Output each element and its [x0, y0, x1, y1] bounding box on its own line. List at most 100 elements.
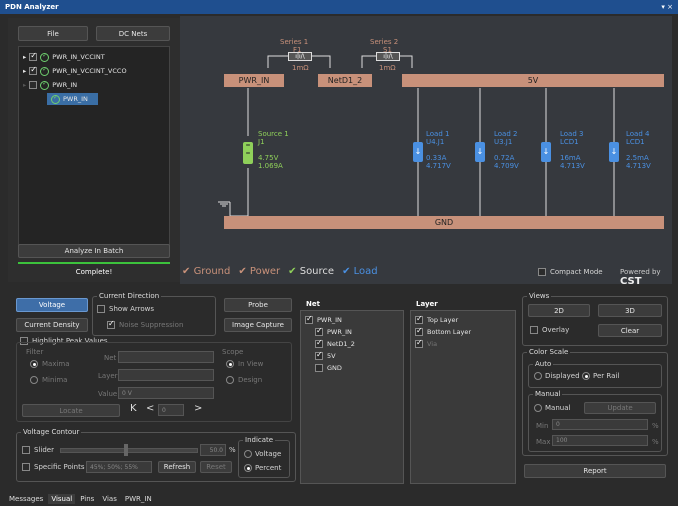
analyze-batch-button[interactable]: Analyze In Batch	[18, 244, 170, 258]
image-capture-button[interactable]: Image Capture	[224, 318, 292, 332]
load3-current: 16mA	[560, 154, 581, 162]
page-field[interactable]: 0	[158, 404, 184, 416]
bottom-tabs: Messages Visual Pins Vias PWR_IN	[6, 494, 155, 504]
file-button[interactable]: File	[18, 26, 88, 41]
legend-source[interactable]: ✔ Source	[288, 266, 334, 277]
net-field[interactable]	[118, 351, 214, 363]
update-button[interactable]: Update	[584, 402, 656, 414]
noise-suppression[interactable]: Noise Suppression	[107, 319, 183, 329]
schematic-area: Series 1 F1 ı|ı/\ 1mΩ Series 2 S1 ı|ı/\ …	[180, 16, 672, 287]
voltage-radio[interactable]: Voltage	[244, 450, 281, 458]
load3-voltage: 4.713V	[560, 162, 585, 170]
locate-button[interactable]: Locate	[22, 404, 120, 417]
compact-mode[interactable]: Compact Mode	[538, 268, 603, 276]
net-label: Net	[104, 354, 117, 362]
minima-radio[interactable]: Minima	[30, 376, 67, 384]
tab-messages[interactable]: Messages	[6, 494, 46, 504]
slider-handle[interactable]	[124, 444, 128, 456]
title-bar: PDN Analyzer ▾ ×	[0, 0, 678, 14]
manual-radio[interactable]: Manual	[534, 404, 570, 412]
load4-icon[interactable]: ↓	[609, 142, 619, 162]
maxima-radio[interactable]: Maxima	[30, 360, 70, 368]
net-item-pwr-in-sub[interactable]: PWR_IN	[315, 326, 352, 337]
net-list: PWR_IN PWR_IN NetD1_2 5V GND	[300, 310, 404, 484]
design-radio[interactable]: Design	[226, 376, 262, 384]
specific-points[interactable]: Specific Points	[22, 463, 85, 471]
fuse-icon[interactable]: ı|ı/\	[288, 52, 312, 61]
reset-button[interactable]: Reset	[200, 461, 232, 473]
tree-item-vccint[interactable]: ▸PWR_IN_VCCINT	[23, 51, 105, 63]
series1-value: 1mΩ	[292, 64, 309, 72]
tree-checkbox[interactable]	[29, 81, 38, 89]
max-field[interactable]: 100	[552, 435, 648, 446]
min-field[interactable]: 0	[552, 419, 648, 430]
compact-checkbox[interactable]	[538, 268, 546, 276]
net-gnd[interactable]: GND	[224, 216, 664, 229]
probe-button[interactable]: Probe	[224, 298, 292, 312]
tree-checkbox[interactable]	[29, 65, 38, 75]
refresh-button[interactable]: Refresh	[158, 461, 196, 473]
net-item-5v[interactable]: 5V	[315, 350, 336, 361]
voltage-button[interactable]: Voltage	[16, 298, 88, 312]
tree-item-pwr-in-selected[interactable]: PWR_IN	[47, 93, 98, 105]
specific-field[interactable]: 45%; 50%; 55%	[86, 461, 152, 473]
layer-item-bottom[interactable]: Bottom Layer	[415, 326, 471, 337]
legend-load[interactable]: ✔ Load	[342, 266, 378, 277]
slider-checkbox[interactable]: Slider	[22, 446, 54, 454]
layer-item-top[interactable]: Top Layer	[415, 314, 458, 325]
prev-icon[interactable]: <	[146, 403, 154, 414]
first-icon[interactable]: K	[130, 403, 137, 414]
clear-button[interactable]: Clear	[598, 324, 662, 337]
window-controls[interactable]: ▾ ×	[661, 3, 673, 11]
series2-title: Series 2	[370, 38, 399, 46]
show-arrows[interactable]: Show Arrows	[97, 305, 154, 313]
tree-item-pwr-in[interactable]: ▸PWR_IN	[23, 79, 77, 91]
powered-by: Powered by CST	[620, 268, 661, 287]
net-netd1-2[interactable]: NetD1_2	[318, 74, 372, 87]
next-icon[interactable]: >	[194, 403, 202, 414]
net-item-pwr-in[interactable]: PWR_IN	[305, 314, 342, 325]
legend-power[interactable]: ✔ Power	[238, 266, 280, 277]
net-item-netd1[interactable]: NetD1_2	[315, 338, 355, 349]
legend-ground[interactable]: ✔ Ground	[182, 266, 230, 277]
check-circle-icon	[40, 52, 50, 62]
contour-slider[interactable]	[60, 448, 198, 453]
indicate-group: Indicate	[238, 436, 290, 478]
view-2d-button[interactable]: 2D	[528, 304, 590, 317]
displayed-radio[interactable]: Displayed	[534, 372, 580, 380]
load1-icon[interactable]: ↓	[413, 142, 423, 162]
slider-pct: %	[229, 446, 236, 454]
net-tree: ▸PWR_IN_VCCINT ▸PWR_IN_VCCINT_VCCO ▸PWR_…	[18, 46, 170, 256]
tree-checkbox[interactable]	[29, 51, 38, 61]
net-5v[interactable]: 5V	[402, 74, 664, 87]
net-pwr-in[interactable]: PWR_IN	[224, 74, 284, 87]
tab-pwr-in[interactable]: PWR_IN	[122, 494, 155, 504]
net-item-gnd[interactable]: GND	[315, 363, 342, 373]
layer-field[interactable]	[118, 369, 214, 381]
overlay-checkbox[interactable]: Overlay	[530, 326, 569, 334]
load2-voltage: 4.709V	[494, 162, 519, 170]
percent-radio[interactable]: Percent	[244, 464, 281, 472]
tree-item-vccint-vcco[interactable]: ▸PWR_IN_VCCINT_VCCO	[23, 65, 127, 77]
view-3d-button[interactable]: 3D	[598, 304, 662, 317]
expand-icon[interactable]: ▸	[23, 67, 26, 75]
load3-icon[interactable]: ↓	[541, 142, 551, 162]
tab-vias[interactable]: Vias	[99, 494, 120, 504]
in-view-radio[interactable]: In View	[226, 360, 263, 368]
layer-label: Layer	[98, 372, 118, 380]
slider-value[interactable]: 50.0	[200, 444, 226, 456]
source-icon[interactable]: = =	[243, 142, 253, 164]
filter-label: Filter	[26, 348, 44, 356]
value-field[interactable]: 0 V	[118, 387, 214, 399]
report-button[interactable]: Report	[524, 464, 666, 478]
switch-icon[interactable]: ı|ı/\	[376, 52, 400, 61]
layer-item-via[interactable]: Via	[415, 338, 437, 349]
dc-nets-button[interactable]: DC Nets	[96, 26, 170, 41]
per-rail-radio[interactable]: Per Rail	[582, 372, 619, 380]
expand-icon[interactable]: ▸	[23, 81, 26, 89]
tab-visual[interactable]: Visual	[48, 494, 76, 504]
load2-icon[interactable]: ↓	[475, 142, 485, 162]
tab-pins[interactable]: Pins	[77, 494, 97, 504]
expand-icon[interactable]: ▸	[23, 53, 26, 61]
current-density-button[interactable]: Current Density	[16, 318, 88, 332]
